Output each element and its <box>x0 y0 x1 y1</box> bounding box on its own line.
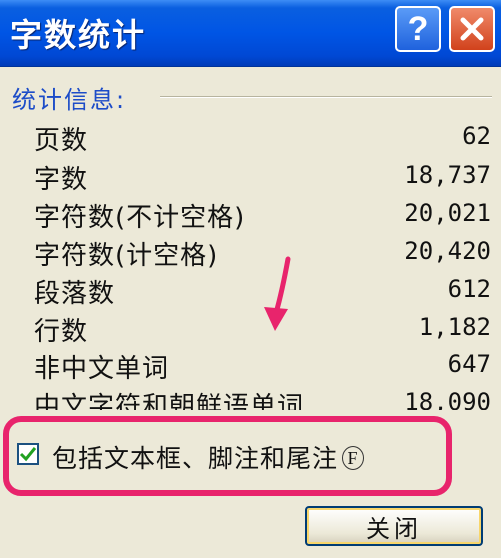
close-icon <box>460 17 484 41</box>
title-bar: 字数统计 ? <box>0 0 501 67</box>
stat-label: 非中文单词 <box>34 354 170 384</box>
stats-group-label: 统计信息: <box>12 80 133 115</box>
window-title: 字数统计 <box>10 16 147 54</box>
stat-label: 中文字符和朝鲜语单词 <box>34 392 305 410</box>
close-button[interactable]: 关闭 <box>305 506 483 546</box>
stat-value: 20,420 <box>404 237 491 265</box>
checkmark-icon <box>19 447 37 462</box>
stat-row-lines: 行数 1,182 <box>0 311 501 349</box>
stat-label: 字符数(不计空格) <box>34 203 246 233</box>
include-textboxes-checkbox[interactable] <box>17 443 39 465</box>
stat-value: 647 <box>447 350 491 378</box>
help-button[interactable]: ? <box>395 6 441 52</box>
stat-row-chars-no-spaces: 字符数(不计空格) 20,021 <box>0 197 501 235</box>
stat-label: 段落数 <box>34 279 116 309</box>
annotation-arrow <box>264 256 291 331</box>
stat-row-chinese-chars-clip: 中文字符和朝鲜语单词 18,090 <box>0 384 501 410</box>
window-close-button[interactable] <box>449 6 495 52</box>
help-icon: ? <box>407 9 429 48</box>
stat-row-chinese-chars: 中文字符和朝鲜语单词 18,090 <box>0 386 501 410</box>
stat-label: 字符数(计空格) <box>34 241 219 271</box>
stat-label: 字数 <box>34 165 89 195</box>
stat-value: 62 <box>462 122 491 150</box>
stat-label: 行数 <box>34 317 89 347</box>
include-textboxes-label[interactable]: 包括文本框、脚注和尾注 F <box>52 439 365 475</box>
stat-row-words: 字数 18,737 <box>0 159 501 197</box>
group-divider <box>160 96 492 98</box>
checkbox-label-text: 包括文本框、脚注和尾注 <box>52 444 339 473</box>
stat-value: 20,021 <box>404 199 491 227</box>
stat-value: 1,182 <box>418 313 491 341</box>
stat-value: 18,090 <box>404 388 491 410</box>
stat-row-paragraphs: 段落数 612 <box>0 273 501 311</box>
stat-value: 612 <box>447 275 491 303</box>
stat-row-non-chinese-words: 非中文单词 647 <box>0 348 501 386</box>
accelerator-key: F <box>342 446 365 470</box>
stat-label: 页数 <box>34 126 89 156</box>
stat-value: 18,737 <box>404 161 491 189</box>
stat-row-chars-with-spaces: 字符数(计空格) 20,420 <box>0 235 501 273</box>
stat-row-pages: 页数 62 <box>0 120 501 158</box>
